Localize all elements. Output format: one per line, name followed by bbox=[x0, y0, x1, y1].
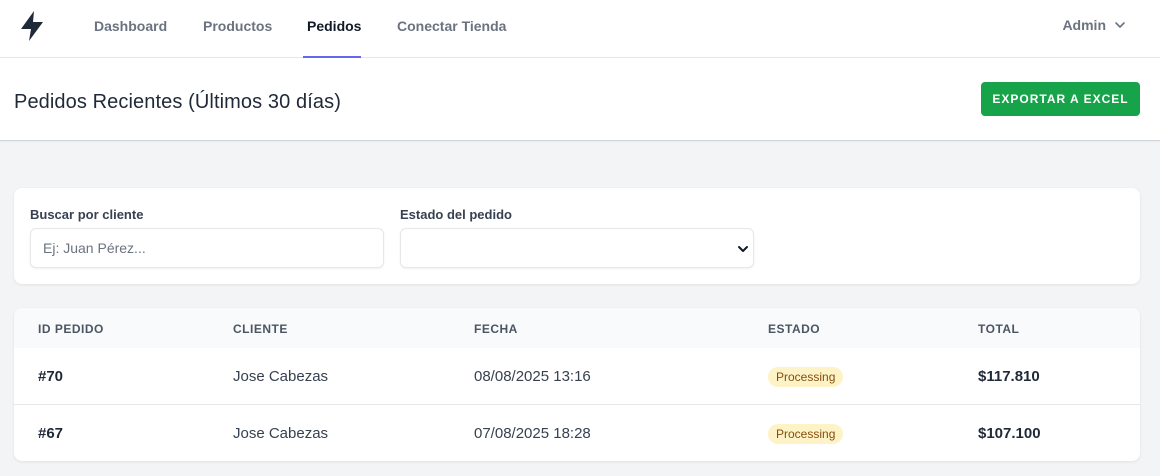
top-navbar: Dashboard Productos Pedidos Conectar Tie… bbox=[0, 0, 1160, 58]
user-menu[interactable]: Admin bbox=[1062, 17, 1126, 33]
nav-link-pedidos[interactable]: Pedidos bbox=[307, 0, 361, 58]
order-id: #70 bbox=[38, 368, 64, 385]
table-header: ID PEDIDO CLIENTE FECHA ESTADO TOTAL bbox=[14, 308, 1140, 348]
status-badge: Processing bbox=[768, 367, 844, 387]
order-date: 07/08/2025 18:28 bbox=[474, 425, 591, 442]
chevron-down-icon bbox=[1115, 22, 1125, 28]
status-filter-label: Estado del pedido bbox=[400, 207, 512, 222]
export-excel-button[interactable]: EXPORTAR A EXCEL bbox=[981, 82, 1140, 116]
nav-link-dashboard[interactable]: Dashboard bbox=[94, 0, 167, 58]
column-header-id: ID PEDIDO bbox=[38, 322, 104, 336]
table-row[interactable]: #70 Jose Cabezas 08/08/2025 13:16 Proces… bbox=[14, 348, 1140, 405]
page-header: Pedidos Recientes (Últimos 30 días) EXPO… bbox=[0, 58, 1160, 141]
order-client: Jose Cabezas bbox=[233, 368, 329, 385]
user-name: Admin bbox=[1062, 17, 1106, 33]
orders-table: ID PEDIDO CLIENTE FECHA ESTADO TOTAL #70… bbox=[14, 308, 1140, 461]
search-client-input[interactable] bbox=[30, 228, 384, 268]
order-total: $107.100 bbox=[978, 425, 1041, 442]
status-badge: Processing bbox=[768, 424, 844, 444]
order-total: $117.810 bbox=[978, 368, 1040, 385]
lightning-bolt-icon[interactable] bbox=[18, 10, 46, 42]
column-header-status: ESTADO bbox=[768, 322, 821, 336]
column-header-total: TOTAL bbox=[978, 322, 1020, 336]
nav-link-conectar-tienda[interactable]: Conectar Tienda bbox=[397, 0, 506, 58]
status-select[interactable] bbox=[400, 228, 754, 268]
order-id: #67 bbox=[38, 425, 64, 442]
column-header-client: CLIENTE bbox=[233, 322, 288, 336]
page-title: Pedidos Recientes (Últimos 30 días) bbox=[14, 91, 341, 113]
order-client: Jose Cabezas bbox=[233, 425, 329, 442]
nav-link-productos[interactable]: Productos bbox=[203, 0, 272, 58]
column-header-date: FECHA bbox=[474, 322, 518, 336]
filters-card: Buscar por cliente Estado del pedido bbox=[14, 188, 1140, 284]
order-date: 08/08/2025 13:16 bbox=[474, 368, 591, 385]
chevron-down-icon bbox=[738, 246, 748, 252]
search-label: Buscar por cliente bbox=[30, 207, 144, 222]
table-row[interactable]: #67 Jose Cabezas 07/08/2025 18:28 Proces… bbox=[14, 405, 1140, 461]
